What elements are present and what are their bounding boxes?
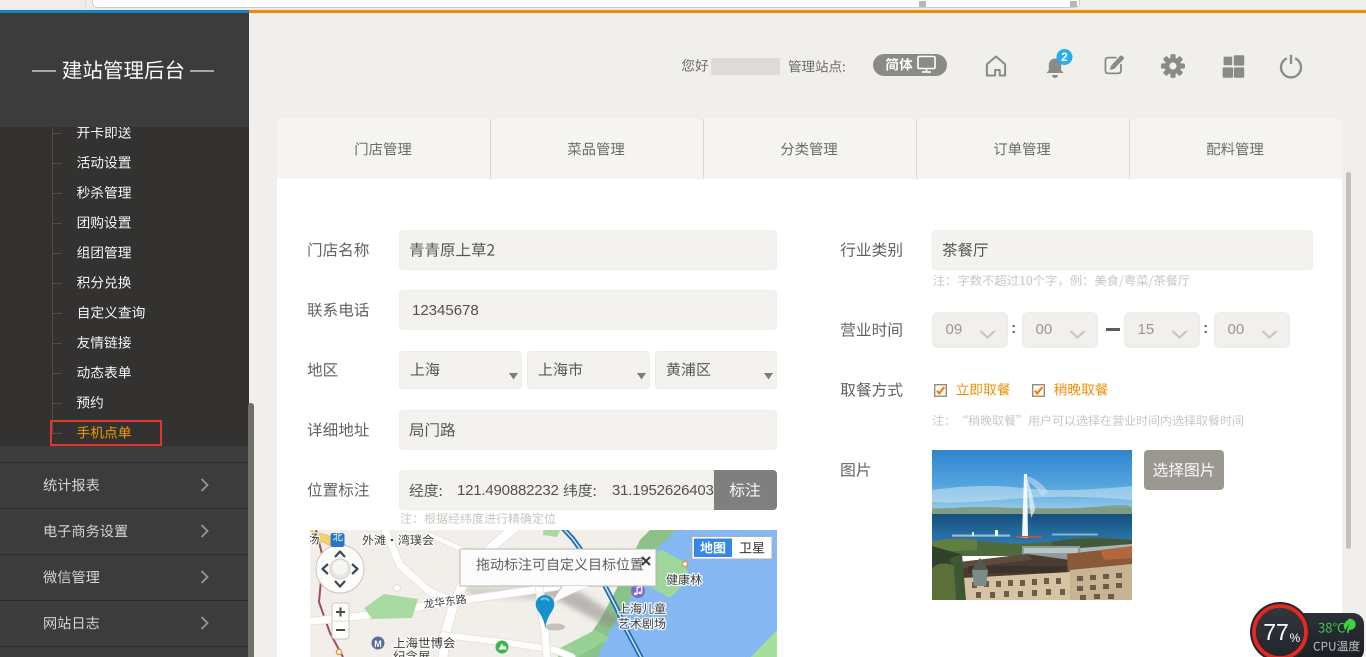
svg-text:M: M xyxy=(374,639,382,649)
svg-text:%: % xyxy=(1290,631,1301,645)
svg-text:77: 77 xyxy=(1263,619,1289,645)
svg-text:2: 2 xyxy=(1061,52,1067,64)
